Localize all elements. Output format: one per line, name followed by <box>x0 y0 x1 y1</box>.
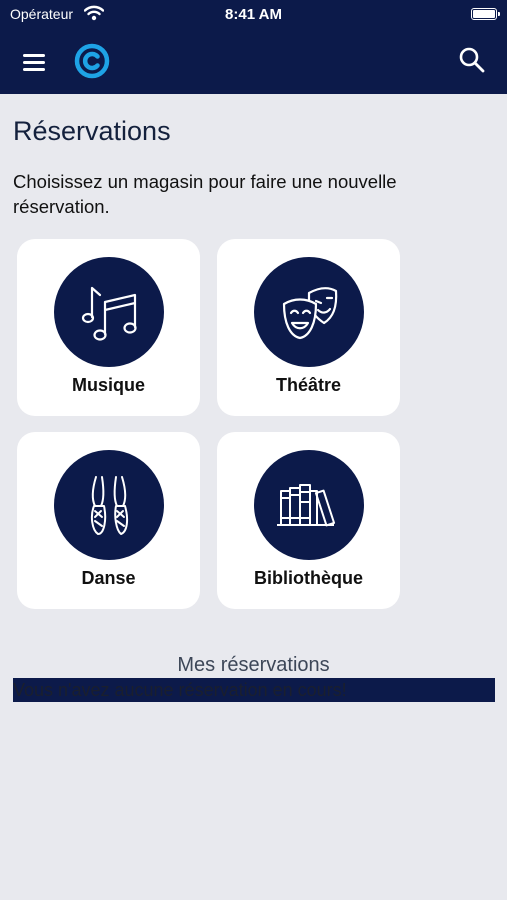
hamburger-menu-icon <box>23 54 45 57</box>
battery-icon <box>471 8 500 20</box>
status-bar: Opérateur 8:41 AM <box>0 0 507 30</box>
navigation-bar <box>0 30 507 94</box>
clock: 8:41 AM <box>225 6 282 23</box>
category-label-bibliotheque: Bibliothèque <box>254 568 363 588</box>
page-title: Réservations <box>13 116 171 146</box>
books-icon <box>277 484 336 527</box>
my-reservations-title: Mes réservations <box>177 654 330 676</box>
intro-text: Choisissez un magasin pour faire une nou… <box>13 171 397 217</box>
category-label-danse: Danse <box>81 568 136 588</box>
category-card-danse[interactable]: Danse <box>17 432 200 609</box>
app-logo-c-icon <box>74 43 110 79</box>
theatre-masks-icon <box>282 287 338 340</box>
empty-reservations-message: Vous n'avez aucune réservation en cours! <box>13 678 495 702</box>
category-label-theatre: Théâtre <box>275 375 342 395</box>
menu-button[interactable] <box>21 49 49 75</box>
category-label-musique: Musique <box>71 375 145 395</box>
category-card-musique[interactable]: Musique <box>17 239 200 416</box>
category-card-theatre[interactable]: Théâtre <box>217 239 400 416</box>
ballet-shoes-icon <box>90 476 129 535</box>
category-card-bibliotheque[interactable]: Bibliothèque <box>217 432 400 609</box>
music-notes-icon <box>81 286 137 341</box>
search-icon[interactable] <box>458 46 486 74</box>
